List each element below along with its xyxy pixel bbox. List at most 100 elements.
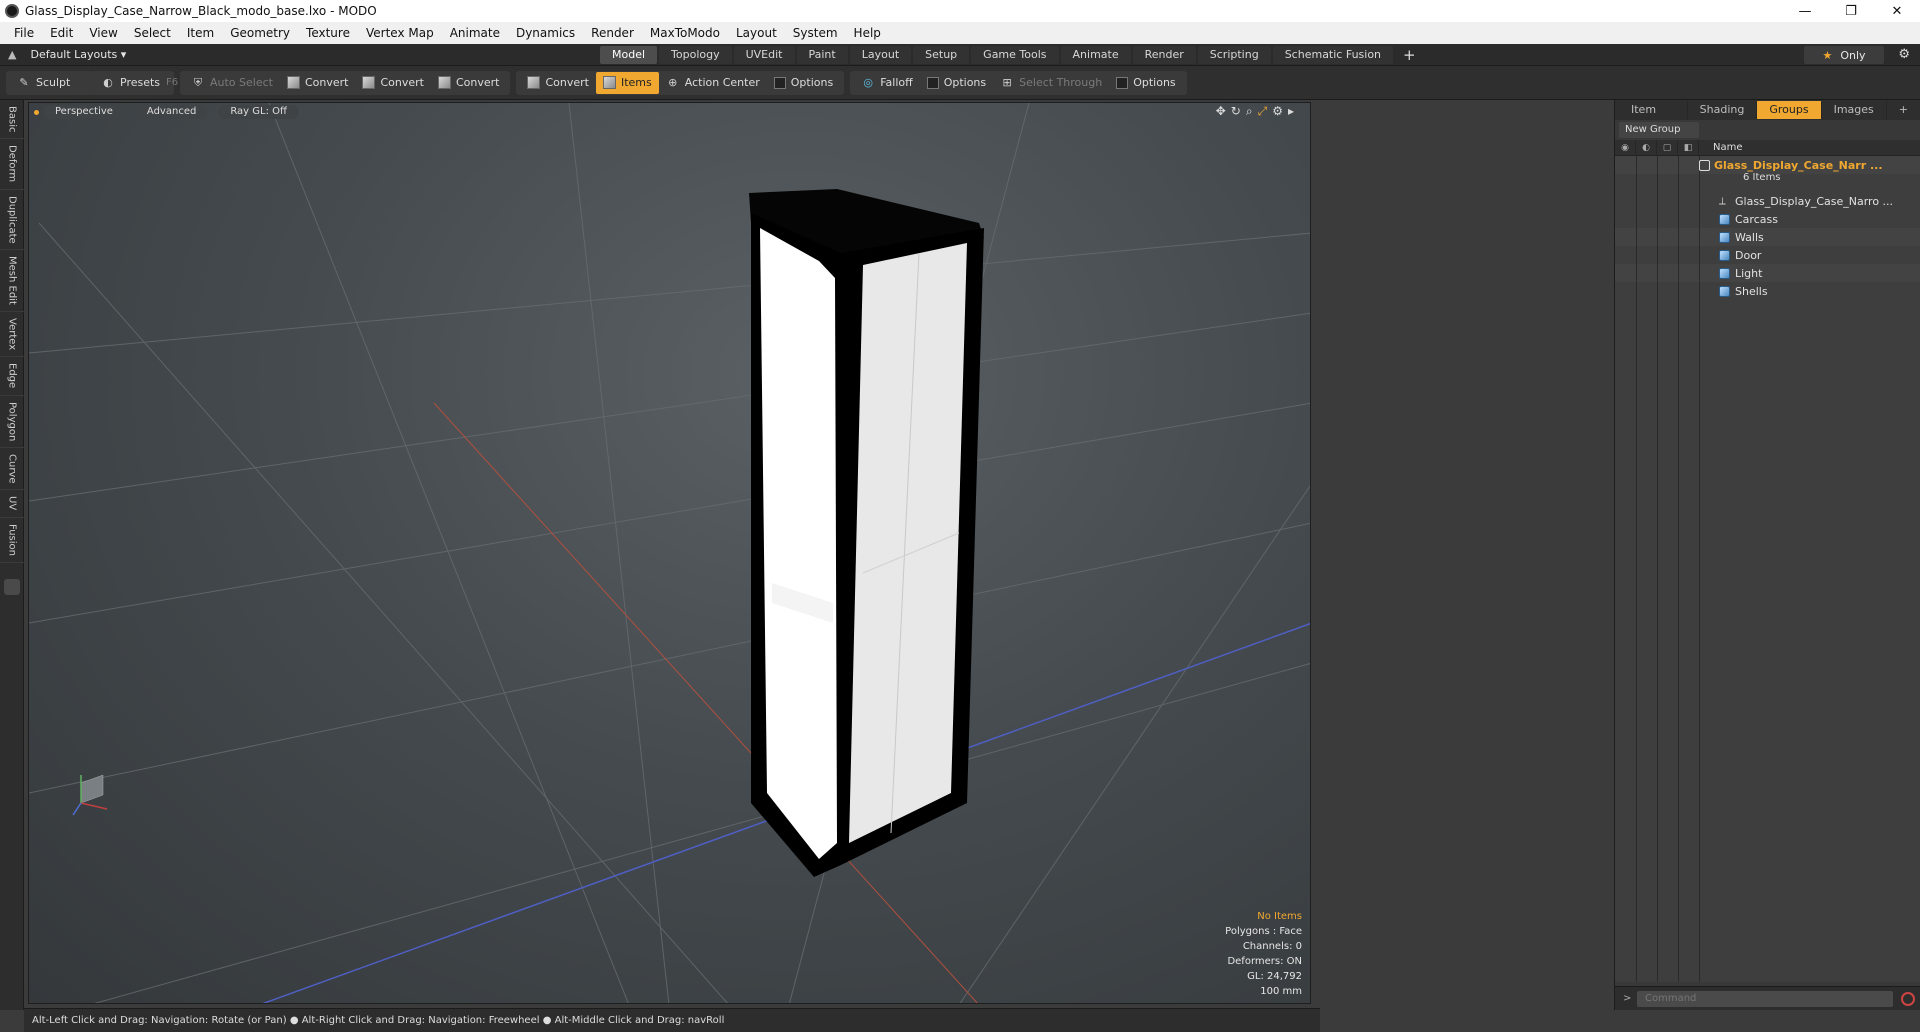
menu-vertex-map[interactable]: Vertex Map bbox=[358, 22, 442, 44]
tab-render[interactable]: Render bbox=[1132, 45, 1196, 64]
list-item-carcass[interactable]: Carcass bbox=[1719, 210, 1778, 228]
tab-groups[interactable]: Groups bbox=[1757, 101, 1822, 119]
select-options-button[interactable]: Options bbox=[1109, 72, 1182, 94]
convert-cube-icon bbox=[437, 76, 451, 89]
menu-view[interactable]: View bbox=[81, 22, 125, 44]
add-panel-tab-plus-icon[interactable]: + bbox=[1887, 101, 1920, 119]
vtab-polygon[interactable]: Polygon bbox=[0, 396, 24, 448]
layout-dropdown[interactable]: ▲ Default Layouts ▾ bbox=[0, 48, 600, 61]
tab-game-tools[interactable]: Game Tools bbox=[971, 45, 1059, 64]
vtab-deform[interactable]: Deform bbox=[0, 139, 24, 190]
menu-texture[interactable]: Texture bbox=[298, 22, 358, 44]
menu-maxtomodo[interactable]: MaxToModo bbox=[642, 22, 728, 44]
raygl-button[interactable]: Ray GL: Off bbox=[218, 105, 299, 119]
command-input[interactable] bbox=[1637, 990, 1893, 1007]
record-macro-icon[interactable] bbox=[1901, 991, 1915, 1006]
maximize-view-icon[interactable]: ⤢ bbox=[1258, 104, 1268, 119]
vtab-duplicate[interactable]: Duplicate bbox=[0, 190, 24, 251]
list-item-shells[interactable]: Shells bbox=[1719, 282, 1768, 300]
list-item-door[interactable]: Door bbox=[1719, 246, 1761, 264]
tab-animate[interactable]: Animate bbox=[1060, 45, 1131, 64]
tab-model[interactable]: Model bbox=[600, 45, 658, 64]
collapse-up-icon[interactable]: ▲ bbox=[8, 48, 16, 61]
name-column-header[interactable]: Name bbox=[1699, 142, 1743, 153]
gear-icon[interactable]: ⚙ bbox=[1898, 47, 1910, 62]
stat-gl: GL: 24,792 bbox=[1247, 971, 1302, 982]
rotate-icon[interactable]: ↻ bbox=[1231, 104, 1241, 119]
sculpt-button[interactable]: ✎ Sculpt bbox=[10, 72, 77, 94]
menu-geometry[interactable]: Geometry bbox=[222, 22, 298, 44]
vtab-fusion[interactable]: Fusion bbox=[0, 518, 24, 563]
convert-label-4: Convert bbox=[545, 76, 589, 89]
list-item-base-locator[interactable]: ⟂ Glass_Display_Case_Narro ... bbox=[1719, 192, 1893, 210]
menu-render[interactable]: Render bbox=[583, 22, 642, 44]
tab-scripting[interactable]: Scripting bbox=[1197, 45, 1271, 64]
viewport-menu-dot[interactable] bbox=[34, 109, 39, 115]
menu-file[interactable]: File bbox=[6, 22, 42, 44]
tab-setup[interactable]: Setup bbox=[913, 45, 970, 64]
list-item-walls[interactable]: Walls bbox=[1719, 228, 1764, 246]
viewport-expand-arrow-icon[interactable]: ▸ bbox=[1288, 104, 1294, 119]
tab-schematic-fusion[interactable]: Schematic Fusion bbox=[1272, 45, 1394, 64]
convert-label-2: Convert bbox=[380, 76, 424, 89]
visibility-eye-icon[interactable]: ◉ bbox=[1615, 139, 1636, 156]
menu-layout[interactable]: Layout bbox=[728, 22, 785, 44]
zoom-icon[interactable]: ⌕ bbox=[1246, 104, 1253, 119]
menu-help[interactable]: Help bbox=[846, 22, 889, 44]
action-center-options-button[interactable]: Options bbox=[767, 72, 840, 94]
group-row-glass-display-case[interactable]: Glass_Display_Case_Narr ... bbox=[1699, 156, 1883, 174]
select-through-button[interactable]: ⊞ Select Through bbox=[993, 72, 1109, 94]
action-center-button[interactable]: ⊕ Action Center bbox=[659, 72, 767, 94]
viewport-header: Perspective Advanced Ray GL: Off ✥ ↻ ⌕ ⤢… bbox=[29, 103, 1310, 121]
display-case-model[interactable] bbox=[749, 189, 984, 877]
render-icon[interactable]: ◐ bbox=[1636, 139, 1657, 156]
menu-animate[interactable]: Animate bbox=[442, 22, 508, 44]
menu-item[interactable]: Item bbox=[179, 22, 222, 44]
auto-select-button[interactable]: ⛨ Auto Select bbox=[184, 72, 280, 94]
advanced-button[interactable]: Advanced bbox=[134, 105, 209, 119]
minimize-button[interactable]: — bbox=[1782, 0, 1828, 22]
vtab-basic[interactable]: Basic bbox=[0, 100, 24, 140]
tab-layout[interactable]: Layout bbox=[849, 45, 912, 64]
layout-tabs: Model Topology UVEdit Paint Layout Setup… bbox=[600, 44, 1416, 66]
select-icon[interactable]: ◧ bbox=[1678, 139, 1699, 156]
falloff-options-button[interactable]: Options bbox=[920, 72, 993, 94]
tab-shading[interactable]: Shading bbox=[1688, 101, 1758, 119]
items-mode-button[interactable]: Items bbox=[595, 71, 659, 94]
tab-images[interactable]: Images bbox=[1822, 101, 1887, 119]
expand-panel-button[interactable] bbox=[4, 578, 20, 595]
only-button[interactable]: ★ Only bbox=[1804, 46, 1884, 64]
vtab-edge[interactable]: Edge bbox=[0, 357, 24, 396]
vtab-mesh-edit[interactable]: Mesh Edit bbox=[0, 250, 24, 313]
tab-item-list[interactable]: Item List bbox=[1619, 101, 1688, 134]
tab-uvedit[interactable]: UVEdit bbox=[733, 45, 795, 64]
tab-topology[interactable]: Topology bbox=[659, 45, 732, 64]
list-item-light[interactable]: Light bbox=[1719, 264, 1762, 282]
menu-system[interactable]: System bbox=[785, 22, 846, 44]
3d-viewport[interactable]: Perspective Advanced Ray GL: Off ✥ ↻ ⌕ ⤢… bbox=[28, 102, 1311, 1004]
vtab-vertex[interactable]: Vertex bbox=[0, 312, 24, 358]
convert-vertices-button[interactable]: Convert bbox=[280, 72, 356, 94]
convert-polygons-button[interactable]: Convert bbox=[431, 72, 507, 94]
command-history-arrow-icon[interactable]: > bbox=[1623, 993, 1631, 1004]
pan-move-icon[interactable]: ✥ bbox=[1216, 104, 1226, 119]
convert-edges-button[interactable]: Convert bbox=[355, 72, 431, 94]
close-button[interactable]: ✕ bbox=[1874, 0, 1920, 22]
new-group-button[interactable]: New Group bbox=[1619, 122, 1699, 138]
perspective-button[interactable]: Perspective bbox=[43, 105, 125, 119]
falloff-group: ◎ Falloff Options ⊞ Select Through Options bbox=[850, 70, 1187, 95]
viewport-settings-gear-icon[interactable]: ⚙ bbox=[1272, 104, 1283, 119]
vtab-uv[interactable]: UV bbox=[0, 490, 24, 518]
falloff-button[interactable]: ◎ Falloff bbox=[854, 72, 919, 94]
presets-button[interactable]: ◐ Presets F6 bbox=[94, 72, 185, 94]
add-tab-plus-icon[interactable]: + bbox=[1403, 46, 1416, 64]
menu-select[interactable]: Select bbox=[126, 22, 179, 44]
menu-dynamics[interactable]: Dynamics bbox=[508, 22, 583, 44]
vtab-curve[interactable]: Curve bbox=[0, 448, 24, 491]
menu-edit[interactable]: Edit bbox=[42, 22, 81, 44]
command-bar: > bbox=[1615, 986, 1920, 1010]
convert-items-button[interactable]: Convert bbox=[520, 72, 596, 94]
tab-paint[interactable]: Paint bbox=[796, 45, 848, 64]
lock-icon[interactable]: ▢ bbox=[1657, 139, 1678, 156]
maximize-button[interactable]: ❐ bbox=[1828, 0, 1874, 22]
